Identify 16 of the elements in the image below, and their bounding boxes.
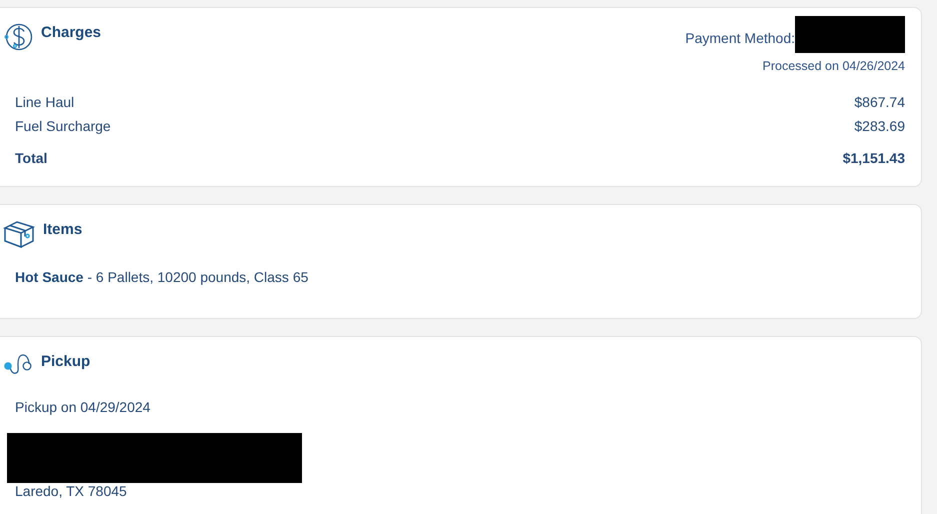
section-title: Charges [41, 24, 102, 41]
section-title: Pickup [41, 353, 90, 370]
box-icon [3, 219, 35, 249]
total-amount: $1,151.43 [842, 150, 905, 166]
charge-amount: $867.74 [854, 94, 905, 110]
charge-label: Fuel Surcharge [15, 118, 111, 134]
payment-method-label: Payment Method: [685, 30, 795, 46]
charge-amount: $283.69 [854, 118, 905, 134]
dollar-icon [3, 22, 33, 52]
pickup-date: Pickup on 04/29/2024 [15, 399, 152, 415]
section-title: Items [43, 221, 82, 238]
total-label: Total [15, 150, 48, 166]
address-city: Laredo, TX 78045 [15, 483, 128, 501]
charge-label: Line Haul [15, 94, 74, 110]
item-description: Hot Sauce - 6 Pallets, 10200 pounds, Class 65 [15, 269, 310, 287]
processed-date: Processed on 04/26/2024 [762, 59, 905, 73]
